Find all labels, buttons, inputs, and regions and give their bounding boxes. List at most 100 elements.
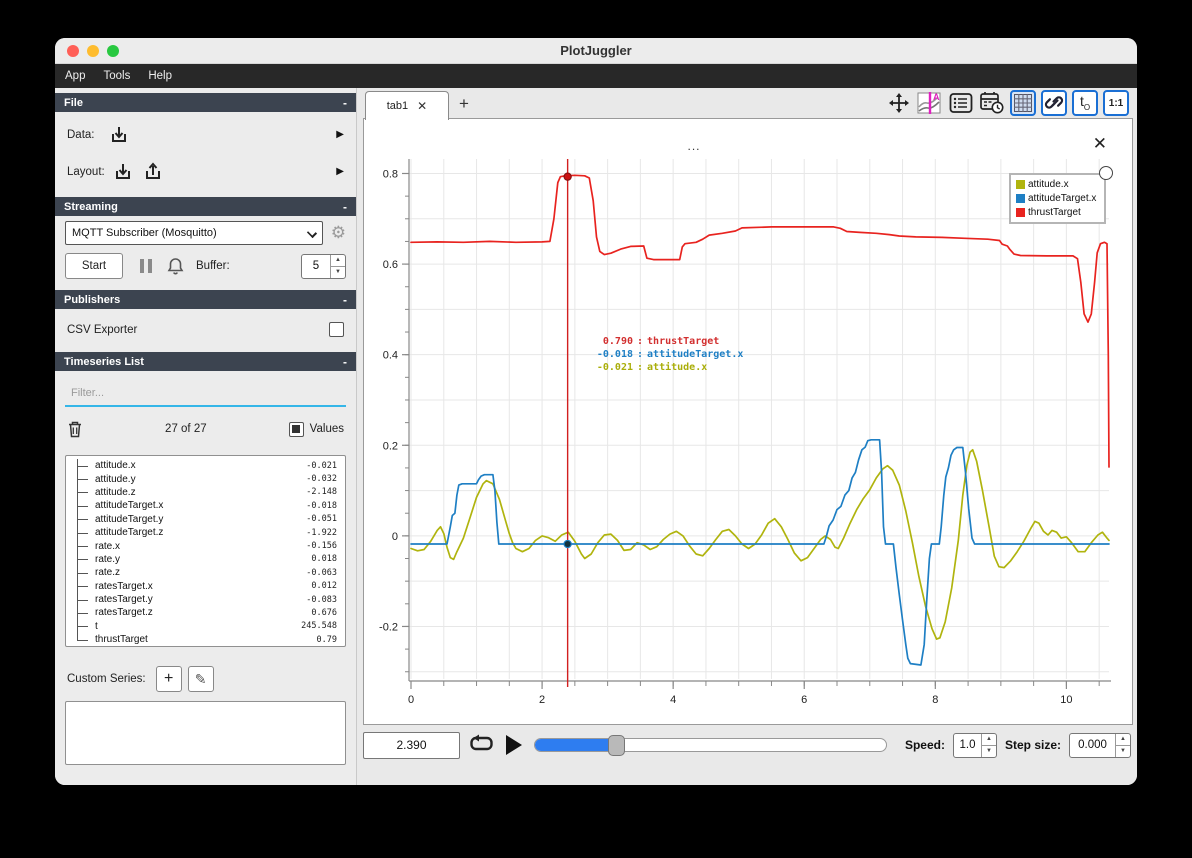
timeseries-name: attitude.y xyxy=(95,473,136,485)
timeseries-row[interactable]: t 245.548 xyxy=(66,619,345,634)
legend-entry[interactable]: attitudeTarget.x xyxy=(1016,193,1096,204)
timeseries-row[interactable]: attitude.z -2.148 xyxy=(66,485,345,500)
filter-input[interactable] xyxy=(71,387,340,399)
timeseries-row[interactable]: ratesTarget.y -0.083 xyxy=(66,592,345,607)
timeseries-row[interactable]: rate.x -0.156 xyxy=(66,539,345,554)
delete-trash-icon[interactable] xyxy=(67,420,83,438)
speed-down-icon[interactable]: ▼ xyxy=(982,746,996,757)
file-collapse-icon[interactable]: - xyxy=(343,96,347,110)
timeseries-row[interactable]: ratesTarget.x 0.012 xyxy=(66,579,345,594)
values-checkbox[interactable] xyxy=(288,421,304,437)
step-size-label: Step size: xyxy=(1004,738,1061,752)
load-data-icon[interactable] xyxy=(109,125,129,145)
tree-branch-icon xyxy=(72,633,92,646)
timeseries-row[interactable]: attitudeTarget.y -0.051 xyxy=(66,512,345,527)
close-window-button[interactable] xyxy=(67,45,79,57)
timeseries-count: 27 of 27 xyxy=(165,423,207,435)
maximize-window-button[interactable] xyxy=(107,45,119,57)
add-custom-series-button[interactable]: + xyxy=(155,666,182,692)
timeseries-row[interactable]: attitudeTarget.x -0.018 xyxy=(66,499,345,513)
publishers-section-title: Publishers xyxy=(64,293,121,306)
streaming-settings-gear-icon[interactable]: ⚙ xyxy=(331,223,346,243)
timeseries-row[interactable]: ratesTarget.z 0.676 xyxy=(66,606,345,621)
file-section-title: File xyxy=(64,96,83,109)
tree-branch-icon xyxy=(72,512,92,527)
add-tab-button[interactable]: + xyxy=(459,94,469,114)
pan-arrows-icon[interactable] xyxy=(886,90,912,116)
tab-tab1[interactable]: tab1 ✕ xyxy=(365,91,449,120)
slider-handle[interactable] xyxy=(607,735,625,756)
speed-up-icon[interactable]: ▲ xyxy=(981,734,996,746)
save-layout-icon[interactable] xyxy=(143,161,163,182)
ratio-1-1-icon[interactable]: 1:1 xyxy=(1103,90,1129,116)
svg-text:8: 8 xyxy=(932,694,938,706)
pause-icon[interactable] xyxy=(139,258,153,274)
file-section-header[interactable]: File - xyxy=(55,93,356,112)
step-size-spinbox[interactable]: 0.000 ▲ ▼ xyxy=(1069,732,1131,758)
streaming-collapse-icon[interactable]: - xyxy=(343,200,347,214)
timeseries-row[interactable]: rate.z -0.063 xyxy=(66,566,345,580)
speed-spinbox[interactable]: 1.0 ▲ ▼ xyxy=(952,732,997,758)
legend-entry[interactable]: thrustTarget xyxy=(1016,207,1096,218)
list-view-icon[interactable] xyxy=(948,90,974,116)
step-up-icon[interactable]: ▲ xyxy=(1116,734,1130,746)
streaming-section-header[interactable]: Streaming - xyxy=(55,197,356,216)
play-button[interactable] xyxy=(506,735,522,755)
datetime-icon[interactable] xyxy=(979,90,1005,116)
tree-branch-icon xyxy=(72,579,92,594)
streaming-section-title: Streaming xyxy=(64,200,118,213)
data-row: Data: ▶ xyxy=(55,116,356,153)
loop-icon[interactable] xyxy=(468,734,494,756)
timeline-slider[interactable] xyxy=(534,735,887,756)
link-axes-icon[interactable] xyxy=(1041,90,1067,116)
timeseries-value: -0.018 xyxy=(306,500,337,511)
plot-close-icon[interactable]: ✕ xyxy=(1093,135,1107,152)
menu-app[interactable]: App xyxy=(65,70,85,82)
buffer-value: 5 xyxy=(312,260,320,272)
time-offset-icon[interactable]: tO xyxy=(1072,90,1098,116)
load-layout-icon[interactable] xyxy=(113,162,133,182)
buffer-down-icon[interactable]: ▼ xyxy=(331,267,345,278)
notifications-bell-icon[interactable] xyxy=(167,257,184,275)
plotjuggler-window: PlotJuggler App Tools Help File - Data: xyxy=(55,38,1137,785)
start-button[interactable]: Start xyxy=(65,253,123,279)
streaming-source-select[interactable]: MQTT Subscriber (Mosquitto) xyxy=(65,221,323,245)
title-bar[interactable]: PlotJuggler xyxy=(55,38,1137,64)
data-menu-arrow-icon[interactable]: ▶ xyxy=(336,129,344,140)
tab-close-icon[interactable]: ✕ xyxy=(417,99,427,113)
plot-widget[interactable]: 0.8 0.6 0.4 0.2 0 -0.2 0 2 4 6 8 10 ... ✕ attitude.… xyxy=(363,118,1133,725)
buffer-up-icon[interactable]: ▲ xyxy=(331,255,345,267)
menu-help[interactable]: Help xyxy=(148,70,172,82)
grid-layout-icon[interactable] xyxy=(1010,90,1036,116)
buffer-spinbox[interactable]: 5 ▲ ▼ xyxy=(301,253,346,279)
timeseries-name: attitudeTarget.y xyxy=(95,513,164,525)
sidebar: File - Data: ▶ Layout: ▶ Streaming - MQT… xyxy=(55,88,357,785)
timeseries-collapse-icon[interactable]: - xyxy=(343,355,347,369)
csv-exporter-checkbox[interactable] xyxy=(329,322,344,337)
step-down-icon[interactable]: ▼ xyxy=(1116,746,1130,757)
timeseries-row[interactable]: attitude.x -0.021 xyxy=(66,459,345,473)
timeseries-section-header[interactable]: Timeseries List - xyxy=(55,352,356,371)
edit-custom-series-button[interactable]: ✎ xyxy=(187,666,214,692)
current-time-field[interactable]: 2.390 xyxy=(363,731,460,759)
tree-branch-icon xyxy=(72,566,92,580)
timeseries-row[interactable]: thrustTarget 0.79 xyxy=(66,633,345,646)
timeseries-row[interactable]: attitude.y -0.032 xyxy=(66,472,345,487)
layout-menu-arrow-icon[interactable]: ▶ xyxy=(336,166,344,177)
legend-label: attitude.x xyxy=(1028,179,1069,190)
publishers-section-header[interactable]: Publishers - xyxy=(55,290,356,309)
menu-tools[interactable]: Tools xyxy=(103,70,130,82)
svg-text:0.6: 0.6 xyxy=(383,259,398,271)
timeseries-row[interactable]: rate.y 0.018 xyxy=(66,552,345,567)
tracker-cursor-icon[interactable]: A xyxy=(917,90,943,116)
timeseries-value: 0.79 xyxy=(316,634,337,645)
plot-legend[interactable]: attitude.x attitudeTarget.x thrustTarget xyxy=(1009,166,1114,224)
minimize-window-button[interactable] xyxy=(87,45,99,57)
custom-series-list[interactable] xyxy=(65,701,346,765)
timeseries-name: rate.y xyxy=(95,553,121,565)
values-checkbox-check xyxy=(292,425,301,433)
tree-branch-icon xyxy=(72,606,92,621)
timeseries-row[interactable]: attitudeTarget.z -1.922 xyxy=(66,525,345,540)
publishers-collapse-icon[interactable]: - xyxy=(343,293,347,307)
legend-entry[interactable]: attitude.x xyxy=(1016,179,1096,190)
